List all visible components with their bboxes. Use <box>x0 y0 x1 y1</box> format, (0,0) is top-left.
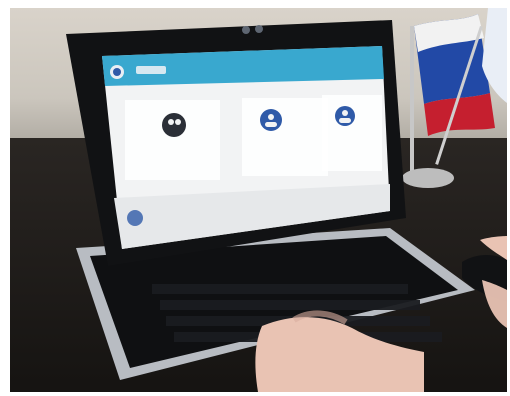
service-tile-left[interactable] <box>125 100 220 180</box>
service-tile-right[interactable] <box>322 95 382 171</box>
service-tile-middle[interactable] <box>242 98 328 176</box>
flag-stand <box>402 8 507 188</box>
photo-illustration <box>66 8 507 392</box>
people-icon <box>162 113 186 137</box>
photo-scene <box>10 8 507 392</box>
